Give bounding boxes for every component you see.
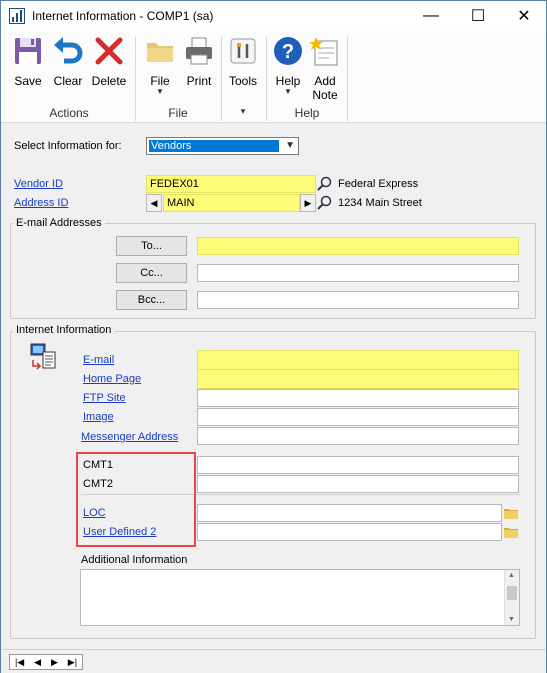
add-note-button[interactable]: Add Note <box>307 35 343 102</box>
email-field[interactable] <box>197 350 519 370</box>
to-field[interactable] <box>197 237 519 255</box>
vendor-id-field[interactable]: FEDEX01 <box>146 175 316 193</box>
clear-label: Clear <box>53 74 83 88</box>
cc-field[interactable] <box>197 264 519 282</box>
scroll-thumb[interactable] <box>507 586 517 600</box>
file-label: File <box>150 74 170 88</box>
cc-button[interactable]: Cc... <box>116 263 187 283</box>
help-icon: ? <box>274 37 302 65</box>
scroll-down-icon[interactable]: ▼ <box>508 616 515 623</box>
delete-label: Delete <box>91 74 127 88</box>
help-group-label: Help <box>294 106 320 120</box>
highlight-box <box>76 452 196 547</box>
folder-icon <box>147 43 173 62</box>
ribbon-separator <box>135 37 136 121</box>
save-icon <box>15 38 41 64</box>
ribbon-separator <box>221 37 222 121</box>
record-navigator: |◀ ◀ ▶ ▶| <box>9 654 83 670</box>
address-next-arrow[interactable]: ▶ <box>300 194 316 212</box>
internet-info-icon <box>30 343 56 370</box>
save-label: Save <box>14 74 42 88</box>
tools-label: Tools <box>228 74 257 88</box>
cmt1-field[interactable] <box>197 456 519 474</box>
folder-browse-icon[interactable] <box>504 526 518 538</box>
vertical-scrollbar[interactable]: ▲ ▼ <box>504 570 519 625</box>
delete-button[interactable]: Delete <box>90 35 128 88</box>
minimize-button[interactable]: — <box>408 1 454 31</box>
print-label: Print <box>186 74 212 88</box>
tools-icon <box>230 38 256 64</box>
ftp-site-link[interactable]: FTP Site <box>83 392 126 404</box>
address-prev-arrow[interactable]: ◀ <box>146 194 162 212</box>
loc-field[interactable] <box>197 504 502 522</box>
folder-browse-icon[interactable] <box>504 507 518 519</box>
close-button[interactable]: ✕ <box>501 1 547 31</box>
app-icon <box>9 8 25 24</box>
print-button[interactable]: Print <box>182 35 216 88</box>
previous-record-button[interactable]: ◀ <box>34 657 41 668</box>
save-button[interactable]: Save <box>11 35 45 88</box>
messenger-address-field[interactable] <box>197 427 519 445</box>
help-label: Help <box>275 74 301 88</box>
help-button[interactable]: ? Help ▼ <box>271 35 305 96</box>
ribbon-separator <box>266 37 267 121</box>
user-defined-2-field[interactable] <box>197 523 502 541</box>
image-link[interactable]: Image <box>83 411 114 423</box>
first-record-button[interactable]: |◀ <box>15 657 24 668</box>
homepage-link[interactable]: Home Page <box>83 373 141 385</box>
actions-group-label: Actions <box>49 106 89 120</box>
tools-button[interactable]: Tools <box>226 35 260 88</box>
svg-text:?: ? <box>282 41 294 63</box>
email-group-title: E-mail Addresses <box>13 217 105 229</box>
email-link[interactable]: E-mail <box>83 354 114 366</box>
to-button[interactable]: To... <box>116 236 187 256</box>
title-bar: Internet Information - COMP1 (sa) — ☐ ✕ <box>1 1 546 31</box>
select-info-dropdown[interactable]: Vendors ▼ <box>146 137 299 155</box>
chevron-down-icon: ▼ <box>285 140 295 151</box>
last-record-button[interactable]: ▶| <box>68 657 77 668</box>
lookup-magnifier-icon[interactable] <box>317 195 333 211</box>
window-title: Internet Information - COMP1 (sa) <box>32 9 214 23</box>
scroll-up-icon[interactable]: ▲ <box>508 572 515 579</box>
next-record-button[interactable]: ▶ <box>51 657 58 668</box>
status-bar: |◀ ◀ ▶ ▶| <box>1 649 546 673</box>
ribbon-toolbar: Save Clear Delete File ▼ Print Tools ? H… <box>1 31 546 123</box>
address-id-link[interactable]: Address ID <box>14 197 68 209</box>
bcc-button[interactable]: Bcc... <box>116 290 187 310</box>
delete-x-icon <box>95 37 123 65</box>
help-dropdown-arrow: ▼ <box>284 87 292 96</box>
messenger-address-link[interactable]: Messenger Address <box>81 431 178 443</box>
lookup-magnifier-icon[interactable] <box>317 176 333 192</box>
printer-icon <box>186 37 212 65</box>
homepage-field[interactable] <box>197 369 519 389</box>
maximize-button[interactable]: ☐ <box>455 1 501 31</box>
file-dropdown-arrow: ▼ <box>156 87 164 96</box>
undo-icon <box>54 37 83 64</box>
vendor-name: Federal Express <box>338 178 419 190</box>
cmt2-field[interactable] <box>197 475 519 493</box>
select-info-value: Vendors <box>149 140 279 152</box>
select-info-label: Select Information for: <box>14 140 122 152</box>
file-group-label: File <box>168 106 188 120</box>
vendor-id-link[interactable]: Vendor ID <box>14 178 63 190</box>
address-id-field[interactable]: MAIN <box>163 194 300 212</box>
ftp-site-field[interactable] <box>197 389 519 407</box>
internet-group-title: Internet Information <box>13 324 115 336</box>
file-menu-button[interactable]: File ▼ <box>143 35 177 96</box>
clear-button[interactable]: Clear <box>51 35 85 88</box>
image-field[interactable] <box>197 408 519 426</box>
address-line: 1234 Main Street <box>338 197 422 209</box>
ribbon-separator <box>347 37 348 121</box>
add-note-label-1: Add <box>314 74 336 88</box>
tools-group-expander[interactable]: ▾ <box>233 106 253 117</box>
bcc-field[interactable] <box>197 291 519 309</box>
additional-info-textarea[interactable]: ▲ ▼ <box>80 569 520 626</box>
internet-information-window: Internet Information - COMP1 (sa) — ☐ ✕ … <box>0 0 547 673</box>
additional-info-label: Additional Information <box>81 554 188 566</box>
add-note-icon <box>309 37 338 66</box>
add-note-label-2: Note <box>312 88 338 102</box>
